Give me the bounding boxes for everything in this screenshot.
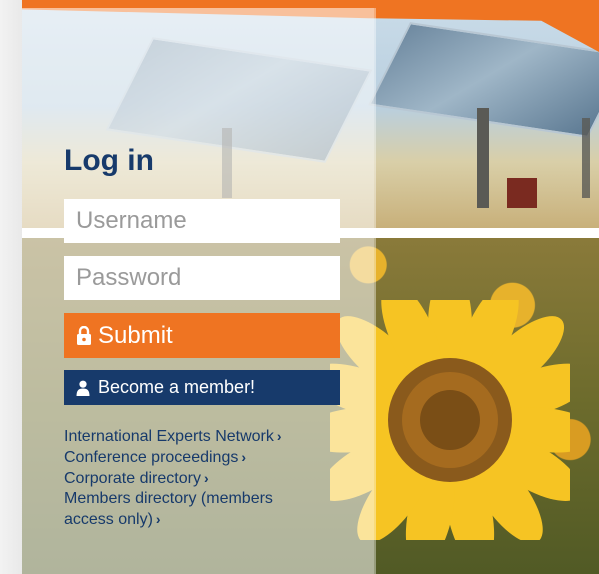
link-label: Corporate directory [64,470,201,487]
link-corporate-directory[interactable]: Corporate directory › [64,470,209,487]
overlay-edge [374,8,376,574]
link-members-directory[interactable]: Members directory (members access only) › [64,490,273,528]
become-member-button[interactable]: Become a member! [64,370,340,405]
list-item: International Experts Network › [64,426,324,447]
list-item: Members directory (members access only) › [64,489,324,530]
lock-icon [77,325,91,345]
chevron-right-icon: › [276,428,282,444]
link-conference-proceedings[interactable]: Conference proceedings › [64,449,246,466]
chevron-right-icon: › [203,470,209,486]
quick-links: International Experts Network › Conferenc… [64,426,324,530]
username-input[interactable] [64,199,340,243]
login-title: Log in [64,144,154,177]
list-item: Conference proceedings › [64,447,324,468]
list-item: Corporate directory › [64,468,324,489]
page-edge-shade [0,0,22,574]
link-international-experts-network[interactable]: International Experts Network › [64,428,282,445]
submit-label: Submit [98,321,173,349]
become-member-label: Become a member! [98,377,256,397]
link-label: Members directory (members access only) [64,490,273,528]
form-overlay-top [22,8,374,228]
chevron-right-icon: › [241,449,247,465]
user-icon [76,380,90,396]
link-label: International Experts Network [64,428,274,445]
chevron-right-icon: › [155,511,161,527]
password-input[interactable] [64,256,340,300]
link-label: Conference proceedings [64,449,239,466]
submit-button[interactable]: Submit [64,313,340,358]
